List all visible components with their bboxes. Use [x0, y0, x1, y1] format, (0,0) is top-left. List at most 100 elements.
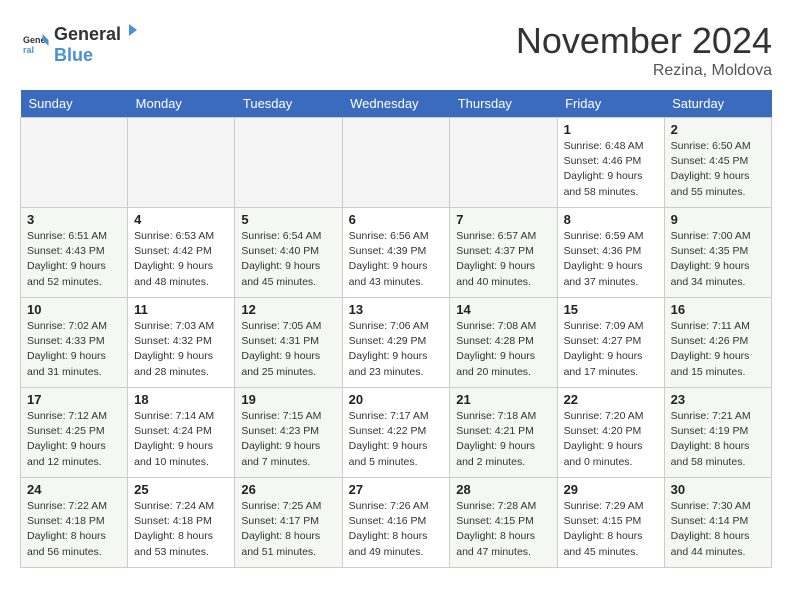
week-row-2: 3 Sunrise: 6:51 AM Sunset: 4:43 PM Daylig… [21, 208, 772, 298]
week-row-1: 1 Sunrise: 6:48 AM Sunset: 4:46 PM Daylig… [21, 118, 772, 208]
day-cell [450, 118, 557, 208]
day-info: Sunrise: 6:48 AM Sunset: 4:46 PM Dayligh… [564, 139, 658, 200]
day-info: Sunrise: 7:28 AM Sunset: 4:15 PM Dayligh… [456, 499, 550, 560]
calendar: SundayMondayTuesdayWednesdayThursdayFrid… [20, 90, 772, 568]
day-info: Sunrise: 7:29 AM Sunset: 4:15 PM Dayligh… [564, 499, 658, 560]
day-cell: 22Sunrise: 7:20 AM Sunset: 4:20 PM Dayli… [557, 388, 664, 478]
day-number: 23 [671, 392, 765, 407]
day-info: Sunrise: 7:14 AM Sunset: 4:24 PM Dayligh… [134, 409, 228, 470]
day-cell: 23 Sunrise: 7:21 AM Sunset: 4:19 PM Dayli… [664, 388, 771, 478]
day-number: 30 [671, 482, 765, 497]
logo-icon: Gene ral [20, 28, 50, 58]
day-cell: 16 Sunrise: 7:11 AM Sunset: 4:26 PM Dayli… [664, 298, 771, 388]
day-number: 17 [27, 392, 121, 407]
day-cell: 19Sunrise: 7:15 AM Sunset: 4:23 PM Dayli… [235, 388, 342, 478]
day-number: 18 [134, 392, 228, 407]
day-number: 27 [349, 482, 444, 497]
day-info: Sunrise: 7:02 AM Sunset: 4:33 PM Dayligh… [27, 319, 121, 380]
logo-text-general: General [54, 24, 121, 45]
day-cell: 1 Sunrise: 6:48 AM Sunset: 4:46 PM Daylig… [557, 118, 664, 208]
day-number: 10 [27, 302, 121, 317]
day-cell: 9 Sunrise: 7:00 AM Sunset: 4:35 PM Daylig… [664, 208, 771, 298]
day-number: 28 [456, 482, 550, 497]
day-info: Sunrise: 7:25 AM Sunset: 4:17 PM Dayligh… [241, 499, 335, 560]
page-header: Gene ral General Blue November 2024 Rezi… [20, 20, 772, 80]
day-cell: 7 Sunrise: 6:57 AM Sunset: 4:37 PM Daylig… [450, 208, 557, 298]
day-info: Sunrise: 6:50 AM Sunset: 4:45 PM Dayligh… [671, 139, 765, 200]
day-cell: 13Sunrise: 7:06 AM Sunset: 4:29 PM Dayli… [342, 298, 450, 388]
day-cell [128, 118, 235, 208]
day-cell: 20Sunrise: 7:17 AM Sunset: 4:22 PM Dayli… [342, 388, 450, 478]
day-info: Sunrise: 7:03 AM Sunset: 4:32 PM Dayligh… [134, 319, 228, 380]
day-info: Sunrise: 6:57 AM Sunset: 4:37 PM Dayligh… [456, 229, 550, 290]
header-thursday: Thursday [450, 90, 557, 118]
day-info: Sunrise: 7:11 AM Sunset: 4:26 PM Dayligh… [671, 319, 765, 380]
day-cell: 28 Sunrise: 7:28 AM Sunset: 4:15 PM Dayli… [450, 478, 557, 568]
day-info: Sunrise: 6:59 AM Sunset: 4:36 PM Dayligh… [564, 229, 658, 290]
day-info: Sunrise: 7:18 AM Sunset: 4:21 PM Dayligh… [456, 409, 550, 470]
day-cell: 8 Sunrise: 6:59 AM Sunset: 4:36 PM Daylig… [557, 208, 664, 298]
day-info: Sunrise: 7:12 AM Sunset: 4:25 PM Dayligh… [27, 409, 121, 470]
logo-arrow-icon [123, 20, 143, 40]
day-number: 15 [564, 302, 658, 317]
day-info: Sunrise: 7:26 AM Sunset: 4:16 PM Dayligh… [349, 499, 444, 560]
day-cell: 2Sunrise: 6:50 AM Sunset: 4:45 PM Daylig… [664, 118, 771, 208]
day-cell: 25Sunrise: 7:24 AM Sunset: 4:18 PM Dayli… [128, 478, 235, 568]
day-cell: 15Sunrise: 7:09 AM Sunset: 4:27 PM Dayli… [557, 298, 664, 388]
day-number: 14 [456, 302, 550, 317]
day-number: 24 [27, 482, 121, 497]
day-number: 16 [671, 302, 765, 317]
day-cell: 10 Sunrise: 7:02 AM Sunset: 4:33 PM Dayli… [21, 298, 128, 388]
day-info: Sunrise: 6:56 AM Sunset: 4:39 PM Dayligh… [349, 229, 444, 290]
day-number: 3 [27, 212, 121, 227]
location: Rezina, Moldova [516, 62, 772, 80]
day-info: Sunrise: 7:06 AM Sunset: 4:29 PM Dayligh… [349, 319, 444, 380]
day-cell: 26 Sunrise: 7:25 AM Sunset: 4:17 PM Dayli… [235, 478, 342, 568]
day-info: Sunrise: 7:00 AM Sunset: 4:35 PM Dayligh… [671, 229, 765, 290]
day-info: Sunrise: 7:05 AM Sunset: 4:31 PM Dayligh… [241, 319, 335, 380]
day-cell: 12 Sunrise: 7:05 AM Sunset: 4:31 PM Dayli… [235, 298, 342, 388]
day-number: 29 [564, 482, 658, 497]
svg-text:ral: ral [23, 45, 34, 55]
day-cell [342, 118, 450, 208]
day-number: 5 [241, 212, 335, 227]
day-number: 25 [134, 482, 228, 497]
day-cell: 5 Sunrise: 6:54 AM Sunset: 4:40 PM Daylig… [235, 208, 342, 298]
day-number: 11 [134, 302, 228, 317]
logo: Gene ral General Blue [20, 20, 143, 66]
day-cell [235, 118, 342, 208]
title-area: November 2024 Rezina, Moldova [516, 20, 772, 80]
day-number: 26 [241, 482, 335, 497]
day-number: 7 [456, 212, 550, 227]
header-sunday: Sunday [21, 90, 128, 118]
day-info: Sunrise: 6:54 AM Sunset: 4:40 PM Dayligh… [241, 229, 335, 290]
day-number: 8 [564, 212, 658, 227]
calendar-header-row: SundayMondayTuesdayWednesdayThursdayFrid… [21, 90, 772, 118]
day-cell: 29 Sunrise: 7:29 AM Sunset: 4:15 PM Dayli… [557, 478, 664, 568]
svg-text:Gene: Gene [23, 35, 46, 45]
day-number: 4 [134, 212, 228, 227]
header-wednesday: Wednesday [342, 90, 450, 118]
day-number: 6 [349, 212, 444, 227]
day-info: Sunrise: 6:51 AM Sunset: 4:43 PM Dayligh… [27, 229, 121, 290]
week-row-5: 24Sunrise: 7:22 AM Sunset: 4:18 PM Dayli… [21, 478, 772, 568]
day-cell: 24Sunrise: 7:22 AM Sunset: 4:18 PM Dayli… [21, 478, 128, 568]
day-number: 12 [241, 302, 335, 317]
header-tuesday: Tuesday [235, 90, 342, 118]
day-info: Sunrise: 7:08 AM Sunset: 4:28 PM Dayligh… [456, 319, 550, 380]
day-cell: 21Sunrise: 7:18 AM Sunset: 4:21 PM Dayli… [450, 388, 557, 478]
day-number: 9 [671, 212, 765, 227]
day-info: Sunrise: 7:21 AM Sunset: 4:19 PM Dayligh… [671, 409, 765, 470]
day-info: Sunrise: 6:53 AM Sunset: 4:42 PM Dayligh… [134, 229, 228, 290]
day-cell: 27 Sunrise: 7:26 AM Sunset: 4:16 PM Dayli… [342, 478, 450, 568]
day-number: 19 [241, 392, 335, 407]
header-friday: Friday [557, 90, 664, 118]
day-cell: 14 Sunrise: 7:08 AM Sunset: 4:28 PM Dayli… [450, 298, 557, 388]
week-row-4: 17 Sunrise: 7:12 AM Sunset: 4:25 PM Dayli… [21, 388, 772, 478]
logo-text-blue: Blue [54, 45, 143, 66]
month-title: November 2024 [516, 20, 772, 62]
day-number: 1 [564, 122, 658, 137]
day-cell [21, 118, 128, 208]
day-number: 22 [564, 392, 658, 407]
day-cell: 11 Sunrise: 7:03 AM Sunset: 4:32 PM Dayli… [128, 298, 235, 388]
